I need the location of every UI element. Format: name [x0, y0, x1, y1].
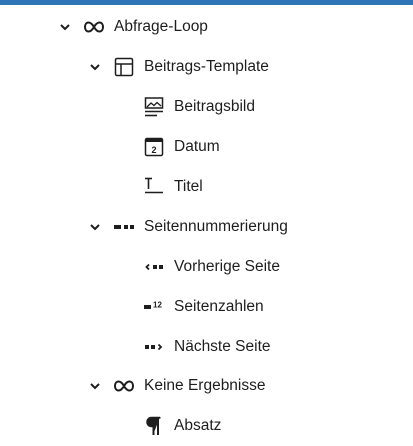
list-item-absatz[interactable]: Absatz — [0, 406, 413, 446]
top-accent-bar — [0, 0, 413, 5]
list-item-abfrage-loop[interactable]: Abfrage-Loop — [0, 7, 413, 47]
loop-icon — [112, 374, 136, 398]
list-item-beitragsbild[interactable]: Beitragsbild — [0, 87, 413, 127]
layout-icon — [112, 55, 136, 79]
list-item-label: Vorherige Seite — [174, 258, 280, 275]
featured-image-icon — [142, 95, 166, 119]
list-item-label: Seitennummerierung — [144, 218, 288, 235]
previous-page-icon — [142, 255, 166, 279]
list-item-label: Keine Ergebnisse — [144, 377, 266, 394]
list-item-label: Abfrage-Loop — [114, 18, 208, 35]
chevron-down-icon[interactable] — [88, 220, 102, 234]
list-item-datum[interactable]: 2 Datum — [0, 127, 413, 167]
next-page-icon — [142, 335, 166, 359]
title-icon — [142, 175, 166, 199]
list-item-vorherige-seite[interactable]: Vorherige Seite — [0, 247, 413, 287]
list-item-seitennummerierung[interactable]: Seitennummerierung — [0, 207, 413, 247]
loop-icon — [82, 15, 106, 39]
chevron-down-icon[interactable] — [88, 60, 102, 74]
calendar-date-number: 2 — [151, 145, 156, 155]
list-item-label: Nächste Seite — [174, 338, 271, 355]
list-item-label: Seitenzahlen — [174, 298, 264, 315]
pagination-icon — [112, 215, 136, 239]
list-item-label: Datum — [174, 138, 220, 155]
page-numbers-glyph: 12 — [153, 301, 162, 310]
list-item-keine-ergebnisse[interactable]: Keine Ergebnisse — [0, 366, 413, 406]
list-item-label: Absatz — [174, 417, 222, 434]
list-item-label: Titel — [174, 178, 203, 195]
list-item-label: Beitragsbild — [174, 98, 255, 115]
list-item-titel[interactable]: Titel — [0, 167, 413, 207]
chevron-down-icon[interactable] — [88, 379, 102, 393]
chevron-down-icon[interactable] — [58, 20, 72, 34]
paragraph-icon — [142, 414, 166, 438]
calendar-icon: 2 — [142, 135, 166, 159]
page-numbers-icon: 12 — [142, 295, 166, 319]
list-item-seitenzahlen[interactable]: 12 Seitenzahlen — [0, 287, 413, 327]
list-item-naechste-seite[interactable]: Nächste Seite — [0, 327, 413, 367]
list-item-label: Beitrags-Template — [144, 58, 269, 75]
list-item-beitrags-template[interactable]: Beitrags-Template — [0, 47, 413, 87]
